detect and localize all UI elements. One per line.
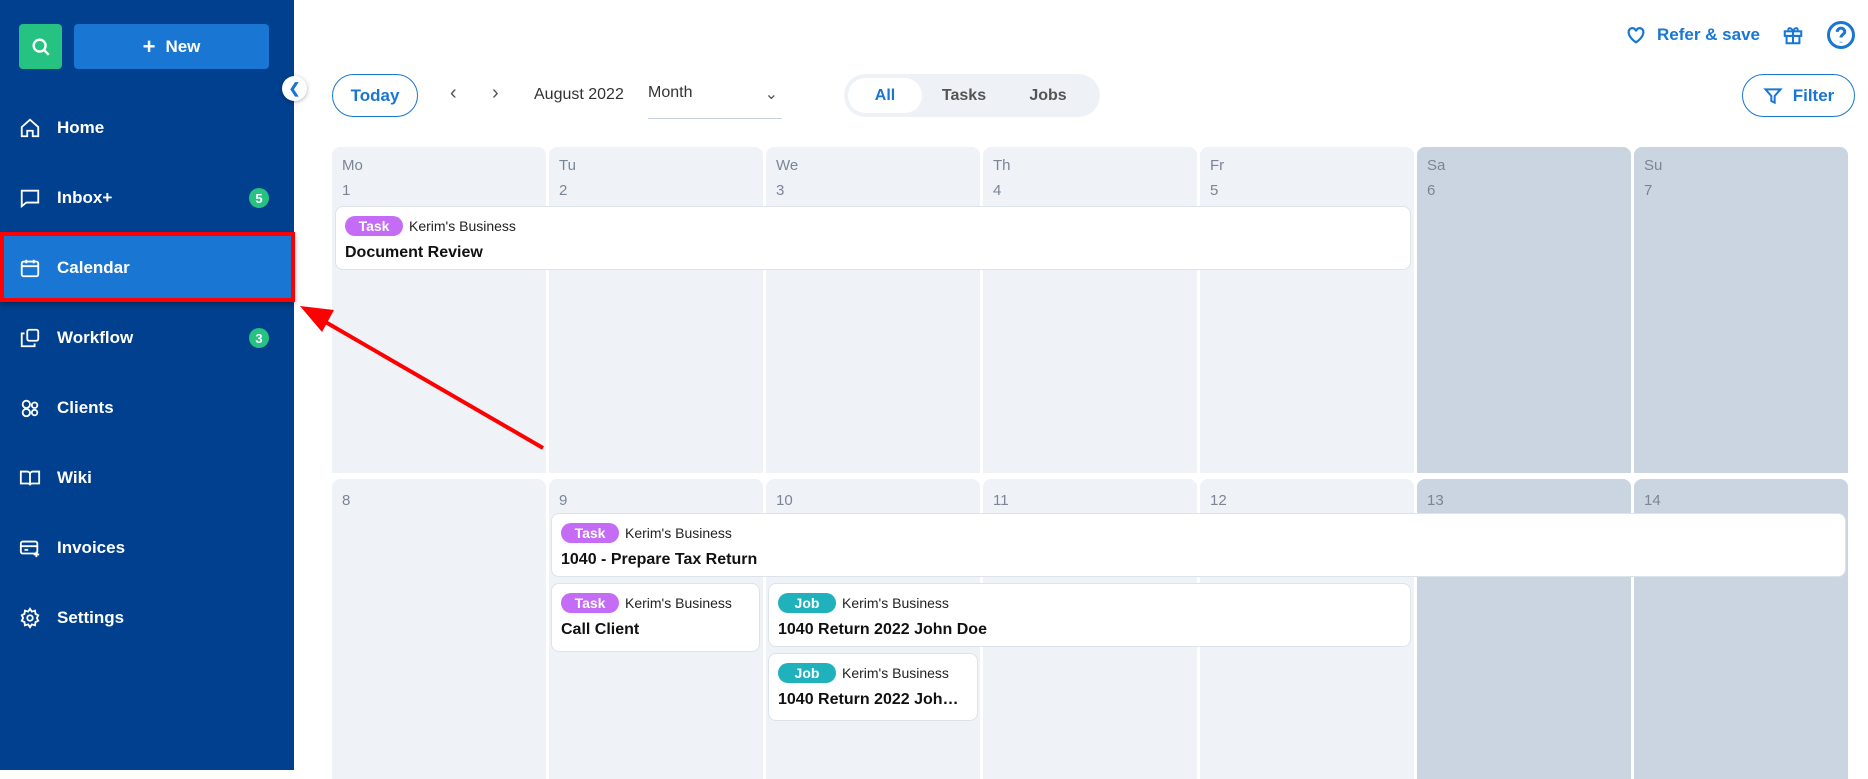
day-cell[interactable]: 8 [332,479,546,779]
day-number: 10 [776,492,793,509]
event-title: 1040 - Prepare Tax Return [561,551,758,568]
weekday-label: Su [1644,157,1663,174]
day-number: 13 [1427,492,1444,509]
day-number: 14 [1644,492,1661,509]
sidebar-item-workflow[interactable]: Workflow 3 [0,304,294,372]
day-number: 12 [1210,492,1227,509]
day-cell[interactable]: Su 7 [1634,147,1848,473]
chat-icon [20,189,40,209]
type-filter-tabs: All Tasks Jobs [844,74,1100,117]
event-card[interactable]: Job Kerim's Business 1040 Return 2022 Joh… [768,583,1411,647]
day-number: 3 [776,182,785,199]
invoice-icon [19,540,40,558]
new-button[interactable]: + New [74,24,269,69]
sidebar-item-clients[interactable]: Clients [0,374,294,442]
day-cell[interactable]: We 3 [766,147,980,473]
heart-icon [1627,27,1645,44]
inbox-count-badge: 5 [249,188,269,208]
workflow-count-badge: 3 [249,328,269,348]
top-actions: Refer & save [1625,20,1856,50]
weekday-label: Fr [1210,157,1225,174]
day-number: 7 [1644,182,1653,199]
event-client: Kerim's Business [842,665,949,681]
event-card[interactable]: Task Kerim's Business 1040 - Prepare Tax … [551,513,1846,577]
help-icon[interactable] [1826,20,1856,50]
day-number: 1 [342,182,351,199]
sidebar-item-home[interactable]: Home [0,94,294,162]
gear-icon [20,607,40,629]
plus-icon: + [142,33,156,59]
day-number: 5 [1210,182,1219,199]
event-card[interactable]: Task Kerim's Business Call Client [551,583,760,652]
day-cell[interactable]: Tu 2 [549,147,763,473]
refer-link[interactable]: Refer & save [1625,24,1760,46]
day-number: 11 [993,492,1009,509]
day-cell[interactable]: Th 4 [983,147,1197,473]
event-title: Call Client [561,621,640,638]
day-number: 6 [1427,182,1436,199]
event-type-badge: Job [778,663,836,683]
day-cell[interactable]: Mo 1 [332,147,546,473]
sidebar-item-invoices[interactable]: Invoices [0,514,294,582]
event-type-badge: Task [561,523,619,543]
event-client: Kerim's Business [625,595,732,611]
prev-month-button[interactable]: ‹ [450,82,457,105]
search-icon [31,37,50,56]
weekday-label: Sa [1427,157,1446,174]
view-select[interactable]: Month ⌄ [648,78,782,119]
home-icon [20,118,40,138]
clients-icon [21,399,39,418]
weekday-label: Th [993,157,1011,174]
event-client: Kerim's Business [625,525,732,541]
day-number: 2 [559,182,568,199]
day-number: 4 [993,182,1002,199]
funnel-icon [1763,87,1783,104]
event-title: 1040 Return 2022 John Doe [778,621,987,638]
collapse-sidebar-button[interactable]: ❮ [282,76,307,101]
tab-all[interactable]: All [848,78,922,113]
weekday-label: Tu [559,157,576,174]
event-type-badge: Task [561,593,619,613]
current-period: August 2022 [534,86,624,103]
book-icon [19,470,41,486]
chevron-down-icon: ⌄ [764,86,778,103]
calendar-icon [20,259,40,278]
weekday-label: We [776,157,799,174]
event-client: Kerim's Business [409,218,516,234]
sidebar: + New Home Inbox+ 5 Calendar Workflow 3 C… [0,0,294,770]
event-type-badge: Job [778,593,836,613]
sidebar-item-calendar[interactable]: Calendar [0,234,294,302]
event-card[interactable]: Task Kerim's Business Document Review [335,206,1411,270]
day-cell[interactable]: Sa 6 [1417,147,1631,473]
event-type-badge: Task [345,216,403,236]
next-month-button[interactable]: › [492,82,499,105]
tab-jobs[interactable]: Jobs [1006,78,1090,113]
event-card[interactable]: Job Kerim's Business 1040 Return 2022 Joh… [768,653,978,721]
day-number: 8 [342,492,351,509]
chevron-left-icon: ❮ [288,80,301,96]
sidebar-item-wiki[interactable]: Wiki [0,444,294,512]
event-title: 1040 Return 2022 John Doe [778,691,968,708]
event-client: Kerim's Business [842,595,949,611]
day-cell[interactable]: Fr 5 [1200,147,1414,473]
sidebar-item-settings[interactable]: Settings [0,584,294,652]
search-button[interactable] [19,24,62,69]
day-number: 9 [559,492,568,509]
sidebar-item-inbox[interactable]: Inbox+ 5 [0,164,294,232]
gift-icon[interactable] [1782,24,1804,46]
workflow-icon [20,328,40,348]
tab-tasks[interactable]: Tasks [922,78,1006,113]
weekday-label: Mo [342,157,363,174]
today-button[interactable]: Today [332,74,418,117]
event-title: Document Review [345,244,483,261]
filter-button[interactable]: Filter [1742,74,1855,117]
